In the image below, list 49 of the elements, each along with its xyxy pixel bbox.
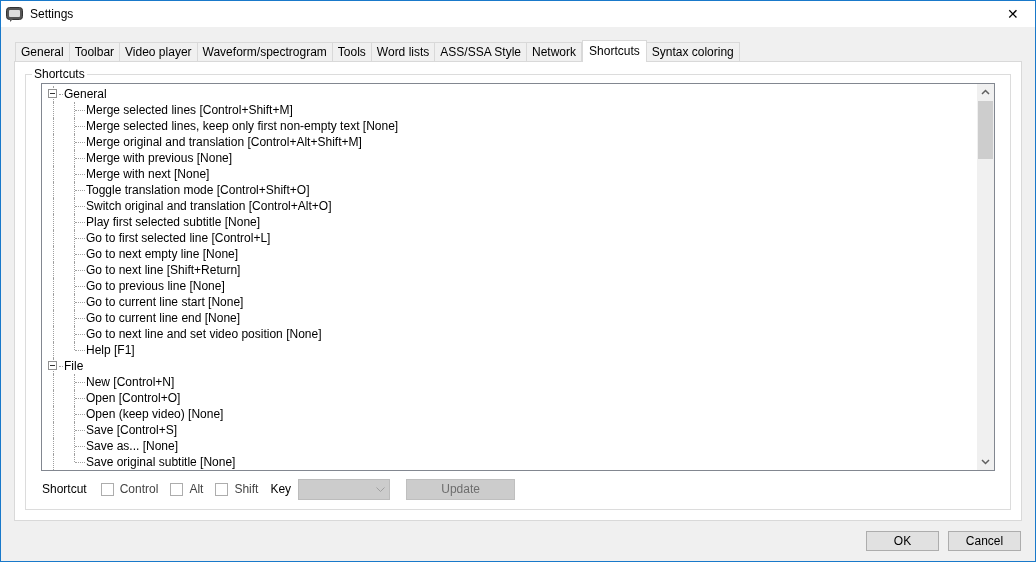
collapse-icon[interactable] [48,89,57,98]
tree-item[interactable]: Merge selected lines [Control+Shift+M] [85,102,293,118]
checkbox[interactable] [170,482,184,496]
shortcut-label: Shortcut [42,481,87,498]
scroll-thumb[interactable] [978,101,993,159]
checkbox[interactable] [215,482,229,496]
checkbox-label: Control [119,481,159,498]
tree-item[interactable]: Go to next line and set video position [None] [85,326,322,342]
dropdown-caret-icon [376,486,386,492]
tab[interactable]: General [15,42,70,61]
tab[interactable]: Network [526,42,583,61]
tree-item[interactable]: Save [Control+S] [85,422,178,438]
tree-item[interactable]: Toggle translation mode [Control+Shift+O] [85,182,310,198]
tree-item[interactable]: Go to current line start [None] [85,294,244,310]
tree-item[interactable]: Merge original and translation [Control+Alt+Shift+M] [85,134,362,150]
tree-item[interactable]: Open [Control+O] [85,390,181,406]
tree-item[interactable]: Merge selected lines, keep only first non-empty text [None] [85,118,399,134]
tree-item[interactable]: Go to next empty line [None] [85,246,239,262]
tree-node[interactable]: General [63,86,107,102]
tree-item[interactable]: Help [F1] [85,342,135,358]
tree-item[interactable]: Merge with next [None] [85,166,210,182]
tree-item[interactable]: Go to first selected line [Control+L] [85,230,271,246]
group-title: Shortcuts [32,67,87,81]
tree-item[interactable]: Save original subtitle [None] [85,454,236,470]
tree-item[interactable]: Save as... [None] [85,438,179,454]
tree-item[interactable]: Go to previous line [None] [85,278,225,294]
window-title: Settings [30,6,74,23]
key-label: Key [270,481,292,498]
tab[interactable]: Shortcuts [582,40,647,62]
checkbox[interactable] [100,482,114,496]
tab[interactable]: Syntax coloring [645,42,740,61]
tab[interactable]: Waveform/spectrogram [196,42,333,61]
tree-item[interactable]: Open (keep video) [None] [85,406,224,422]
tab[interactable]: Video player [119,42,198,61]
app-icon [6,6,23,22]
dialog-button[interactable]: Cancel [948,531,1021,551]
dialog-button[interactable]: OK [866,531,939,551]
collapse-icon[interactable] [48,361,57,370]
close-button[interactable]: ✕ [995,3,1031,25]
tree-node[interactable]: File [63,358,84,374]
checkbox-label: Shift [234,481,259,498]
checkbox-label: Alt [189,481,204,498]
tree-item[interactable]: Go to next line [Shift+Return] [85,262,241,278]
tree-item[interactable]: New [Control+N] [85,374,175,390]
tree-item[interactable]: Play first selected subtitle [None] [85,214,261,230]
tree-item[interactable]: Merge with previous [None] [85,150,233,166]
tab[interactable]: ASS/SSA Style [434,42,527,61]
tree-item[interactable]: Go to current line end [None] [85,310,241,326]
tree-item[interactable]: Switch original and translation [Control+Alt+O] [85,198,332,214]
